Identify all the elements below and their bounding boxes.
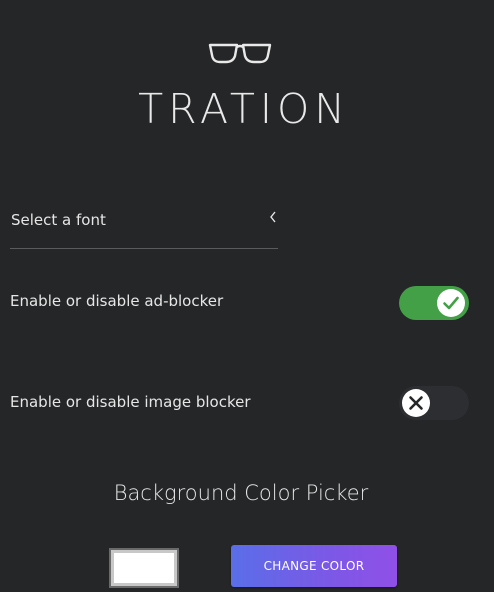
image-blocker-toggle[interactable] [399, 386, 469, 420]
ad-blocker-label: Enable or disable ad-blocker [10, 292, 224, 310]
color-picker-title: Background Color Picker [113, 481, 369, 505]
chevron-left-icon [270, 211, 276, 223]
toggle-knob [402, 389, 430, 417]
logo: TRATION [0, 38, 494, 138]
image-blocker-label: Enable or disable image blocker [10, 393, 251, 411]
change-color-button[interactable]: CHANGE COLOR [231, 545, 397, 587]
color-swatch[interactable] [109, 548, 179, 588]
close-icon [409, 396, 423, 410]
glasses-icon [208, 43, 272, 64]
check-icon [443, 296, 459, 310]
font-select[interactable]: Select a font [10, 198, 278, 249]
ad-blocker-toggle[interactable] [399, 286, 469, 320]
toggle-knob [437, 289, 465, 317]
brand-name: TRATION [138, 85, 350, 133]
font-select-label: Select a font [11, 211, 106, 229]
